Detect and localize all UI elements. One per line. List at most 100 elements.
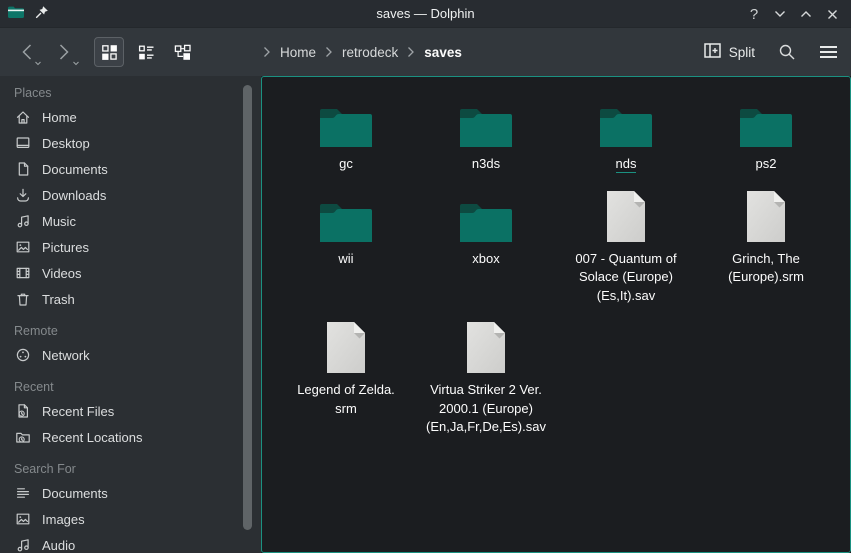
sidebar-item-audio[interactable]: Audio <box>0 532 261 553</box>
sidebar-section-recent: Recent Recent Files Recent Locations <box>0 376 261 450</box>
sidebar-item-music[interactable]: Music <box>0 208 261 234</box>
folder-item-ps2[interactable]: ps2 <box>696 95 836 174</box>
sidebar-item-label: Images <box>42 512 85 527</box>
sidebar-item-videos[interactable]: Videos <box>0 260 261 286</box>
file-icon <box>606 190 646 243</box>
videos-icon <box>15 265 31 281</box>
file-item-007-quantum-of[interactable]: 007 - Quantum of Solace (Europe) (Es,It)… <box>556 190 696 306</box>
sidebar-item-trash[interactable]: Trash <box>0 286 261 312</box>
sidebar-item-label: Music <box>42 214 76 229</box>
sidebar-item-label: Home <box>42 110 77 125</box>
sidebar-section-places: Places Home Desktop Documents Downloads Music… <box>0 82 261 312</box>
sidebar-item-documents[interactable]: Documents <box>0 480 261 506</box>
breadcrumb-item-home[interactable]: Home <box>280 45 316 60</box>
section-header: Places <box>0 82 261 104</box>
split-button[interactable]: Split <box>704 43 755 61</box>
titlebar: saves — Dolphin ? <box>0 0 851 28</box>
folder-item-gc[interactable]: gc <box>276 95 416 174</box>
folder-icon <box>599 95 653 148</box>
file-item-virtua-striker-2-ver[interactable]: Virtua Striker 2 Ver. 2000.1 (Europe) (E… <box>416 321 556 437</box>
item-label: gc <box>339 155 353 174</box>
file-icon <box>326 321 366 374</box>
file-icon <box>746 190 786 243</box>
item-label: Legend of Zelda. srm <box>297 381 395 418</box>
folder-item-nds[interactable]: nds <box>556 95 696 174</box>
back-button[interactable] <box>12 37 40 67</box>
file-item-legend-of-zelda[interactable]: Legend of Zelda. srm <box>276 321 416 437</box>
sidebar-item-recent-locations[interactable]: Recent Locations <box>0 424 261 450</box>
folder-item-n3ds[interactable]: n3ds <box>416 95 556 174</box>
sidebar-item-label: Pictures <box>42 240 89 255</box>
section-header: Recent <box>0 376 261 398</box>
maximize-button[interactable] <box>793 2 819 26</box>
sidebar-item-network[interactable]: Network <box>0 342 261 368</box>
file-item-grinch-the[interactable]: Grinch, The (Europe).srm <box>696 190 836 306</box>
folder-view[interactable]: gc n3ds nds ps2 wii xbox 007 - Quantum o… <box>261 76 851 553</box>
file-icon <box>466 321 506 374</box>
item-label: xbox <box>472 250 499 269</box>
item-label: Virtua Striker 2 Ver. 2000.1 (Europe) (E… <box>426 381 546 437</box>
dolphin-window: saves — Dolphin ? <box>0 0 851 553</box>
breadcrumb-item-saves[interactable]: saves <box>424 45 462 60</box>
search-button[interactable] <box>778 43 796 61</box>
item-label: n3ds <box>472 155 500 174</box>
item-label: ps2 <box>756 155 777 174</box>
item-label: 007 - Quantum of Solace (Europe) (Es,It)… <box>575 250 676 306</box>
folder-icon <box>459 190 513 243</box>
recent-locations-icon <box>15 429 31 445</box>
toolbar: Home retrodeck saves Split <box>0 28 851 76</box>
folder-icon <box>319 95 373 148</box>
window-title: saves — Dolphin <box>376 0 474 28</box>
minimize-button[interactable] <box>767 2 793 26</box>
folder-item-xbox[interactable]: xbox <box>416 190 556 306</box>
view-mode-group <box>94 37 198 67</box>
sidebar-item-label: Recent Files <box>42 404 114 419</box>
icons-view-button[interactable] <box>94 37 124 67</box>
sidebar-item-desktop[interactable]: Desktop <box>0 130 261 156</box>
sidebar-item-pictures[interactable]: Pictures <box>0 234 261 260</box>
places-panel: Places Home Desktop Documents Downloads Music… <box>0 76 261 553</box>
breadcrumb-item-retrodeck[interactable]: retrodeck <box>342 45 398 60</box>
pin-icon[interactable] <box>35 5 49 22</box>
folder-icon <box>319 190 373 243</box>
music-icon <box>15 213 31 229</box>
network-icon <box>15 347 31 363</box>
details-view-button[interactable] <box>131 37 161 67</box>
sidebar-item-images[interactable]: Images <box>0 506 261 532</box>
sidebar-item-documents[interactable]: Documents <box>0 156 261 182</box>
folder-item-wii[interactable]: wii <box>276 190 416 306</box>
sidebar-item-label: Documents <box>42 486 108 501</box>
breadcrumb: Home retrodeck saves <box>263 28 462 76</box>
item-label: wii <box>338 250 353 269</box>
sidebar-item-label: Videos <box>42 266 82 281</box>
sidebar-item-home[interactable]: Home <box>0 104 261 130</box>
tree-view-button[interactable] <box>168 37 198 67</box>
sidebar-item-recent-files[interactable]: Recent Files <box>0 398 261 424</box>
sidebar-section-search-for: Search For Documents Images Audio <box>0 458 261 553</box>
doc-lines-icon <box>15 485 31 501</box>
close-button[interactable] <box>819 2 845 26</box>
breadcrumb-chevron-icon <box>325 46 333 58</box>
split-label: Split <box>729 45 755 60</box>
downloads-icon <box>15 187 31 203</box>
sidebar-scrollbar[interactable] <box>243 85 252 530</box>
audio-icon <box>15 537 31 553</box>
pictures-icon <box>15 239 31 255</box>
help-button[interactable]: ? <box>741 2 767 26</box>
recent-files-icon <box>15 403 31 419</box>
forward-button[interactable] <box>50 37 78 67</box>
images-icon <box>15 511 31 527</box>
item-label: nds <box>616 155 637 174</box>
section-header: Search For <box>0 458 261 480</box>
sidebar-item-label: Documents <box>42 162 108 177</box>
app-folder-icon <box>7 5 25 22</box>
sidebar-item-label: Trash <box>42 292 75 307</box>
sidebar-item-downloads[interactable]: Downloads <box>0 182 261 208</box>
menu-button[interactable] <box>819 45 838 59</box>
breadcrumb-chevron-icon <box>407 46 415 58</box>
sidebar-item-label: Audio <box>42 538 75 553</box>
sidebar-item-label: Network <box>42 348 90 363</box>
sidebar-item-label: Downloads <box>42 188 106 203</box>
breadcrumb-chevron-icon <box>263 46 271 58</box>
sidebar-section-remote: RemoteNetwork <box>0 320 261 368</box>
